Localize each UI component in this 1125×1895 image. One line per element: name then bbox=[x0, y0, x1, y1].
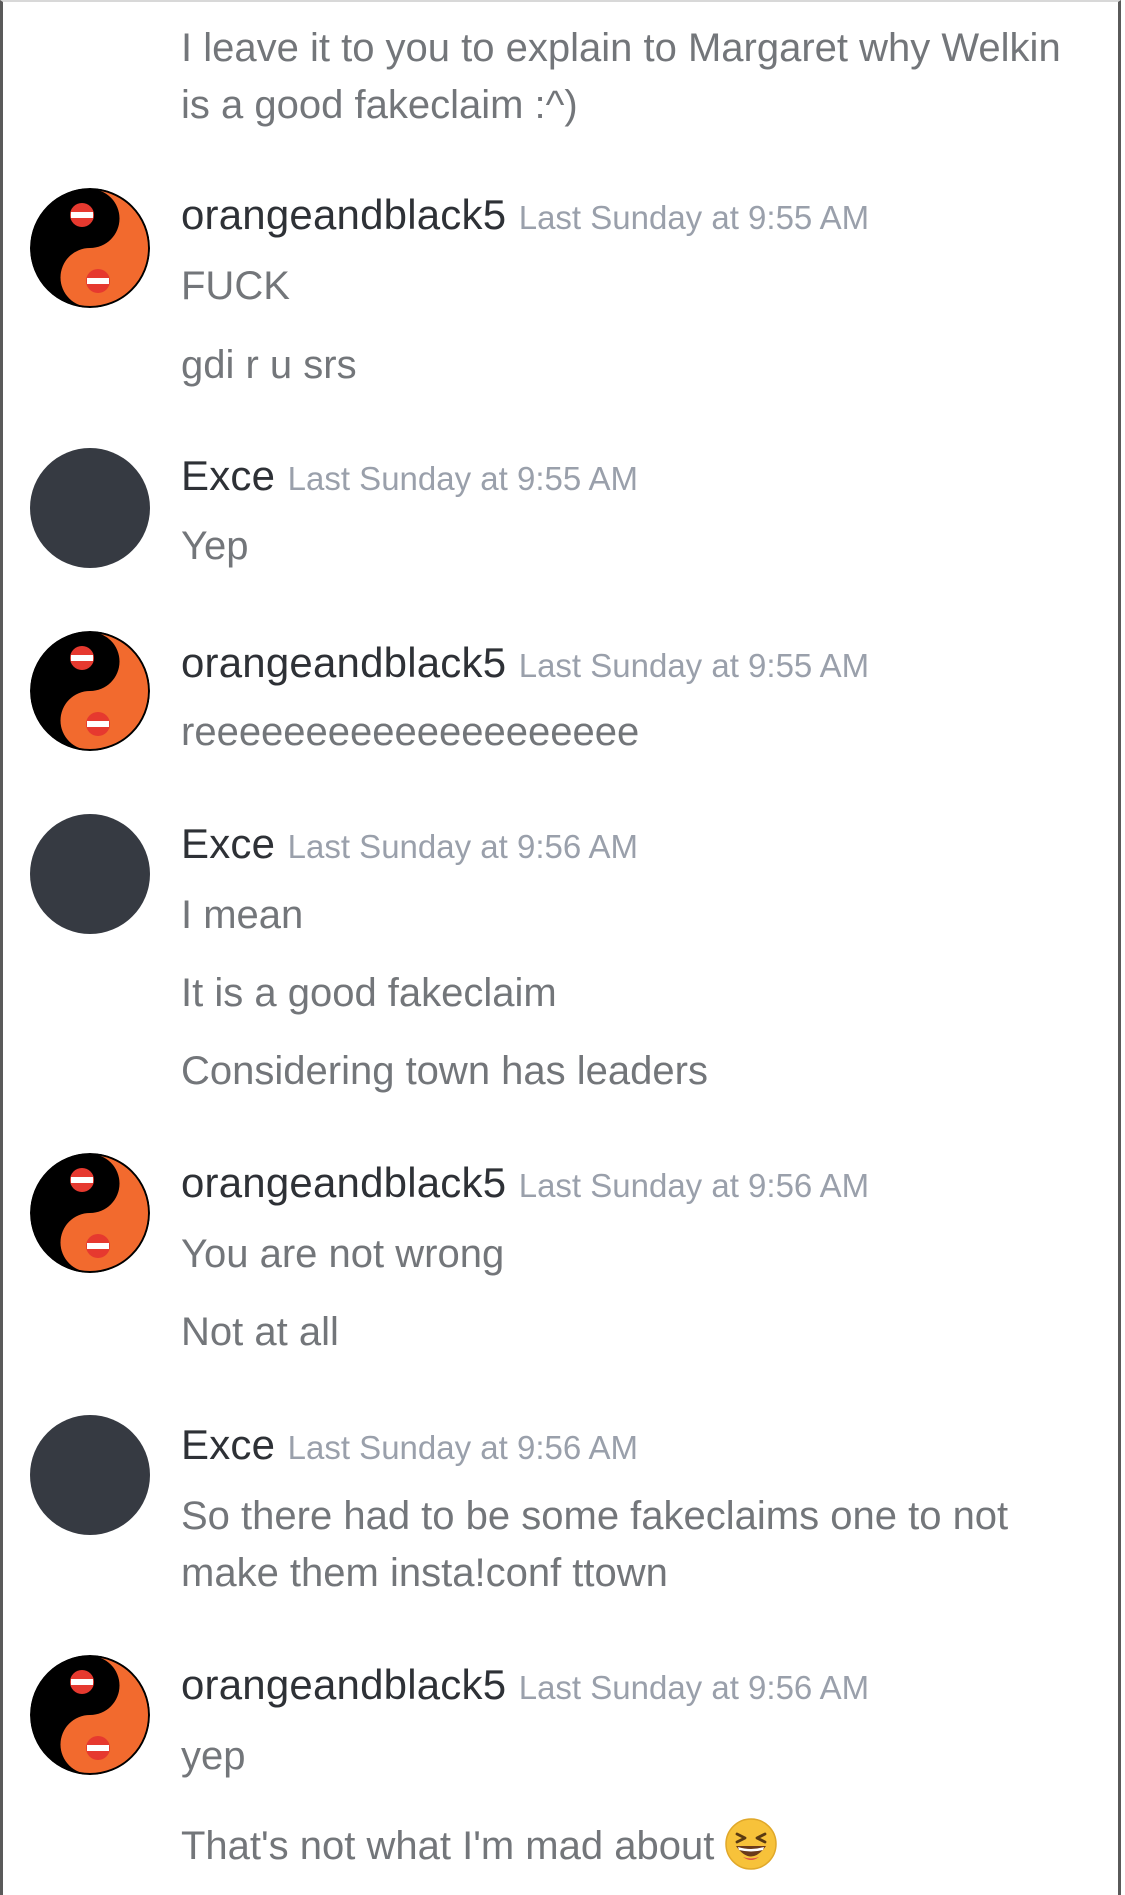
timestamp: Last Sunday at 9:55 AM bbox=[518, 647, 870, 684]
message-body: Yep bbox=[181, 518, 1081, 575]
message-header: orangeandblack5 Last Sunday at 9:55 AM bbox=[181, 191, 869, 239]
message-header: Exce Last Sunday at 9:56 AM bbox=[181, 1421, 638, 1469]
timestamp: Last Sunday at 9:56 AM bbox=[287, 1429, 639, 1466]
username[interactable]: Exce bbox=[181, 820, 275, 867]
message-text: So there had to be some fakeclaims one t… bbox=[181, 1494, 1009, 1595]
message-header: orangeandblack5 Last Sunday at 9:55 AM bbox=[181, 639, 869, 687]
message-header: Exce Last Sunday at 9:55 AM bbox=[181, 452, 638, 500]
message-text: Not at all bbox=[181, 1310, 339, 1354]
message-body: yep That's not what I'm mad about bbox=[181, 1728, 1081, 1875]
message-text: FUCK bbox=[181, 264, 290, 308]
username[interactable]: Exce bbox=[181, 452, 275, 499]
laughing-emoji-icon bbox=[724, 1817, 778, 1871]
message-body: I mean It is a good fakeclaim Considerin… bbox=[181, 887, 1081, 1100]
chat-window: I leave it to you to explain to Margaret… bbox=[0, 0, 1121, 1895]
default-avatar-icon[interactable] bbox=[30, 814, 150, 934]
default-avatar-icon[interactable] bbox=[30, 1415, 150, 1535]
message-text: You are not wrong bbox=[181, 1232, 505, 1276]
timestamp: Last Sunday at 9:56 AM bbox=[518, 1167, 870, 1204]
timestamp: Last Sunday at 9:56 AM bbox=[287, 828, 639, 865]
message-body: You are not wrong Not at all bbox=[181, 1226, 1081, 1361]
message-body: So there had to be some fakeclaims one t… bbox=[181, 1488, 1081, 1602]
message-header: Exce Last Sunday at 9:56 AM bbox=[181, 820, 638, 868]
timestamp: Last Sunday at 9:56 AM bbox=[518, 1669, 870, 1706]
yin-yang-avatar-icon[interactable] bbox=[30, 1655, 150, 1775]
message-text: That's not what I'm mad about bbox=[181, 1824, 715, 1868]
yin-yang-avatar-icon[interactable] bbox=[30, 631, 150, 751]
message-text-with-emoji: That's not what I'm mad about bbox=[181, 1817, 1081, 1875]
message-header: orangeandblack5 Last Sunday at 9:56 AM bbox=[181, 1661, 869, 1709]
username[interactable]: Exce bbox=[181, 1421, 275, 1468]
message-text: yep bbox=[181, 1734, 246, 1778]
default-avatar-icon[interactable] bbox=[30, 448, 150, 568]
username[interactable]: orangeandblack5 bbox=[181, 1159, 506, 1206]
message-body: FUCK gdi r u srs bbox=[181, 258, 1081, 394]
message-text: Yep bbox=[181, 524, 249, 568]
message-text: reeeeeeeeeeeeeeeeeeee bbox=[181, 710, 640, 754]
timestamp: Last Sunday at 9:55 AM bbox=[287, 460, 639, 497]
message-header: orangeandblack5 Last Sunday at 9:56 AM bbox=[181, 1159, 869, 1207]
message-text: gdi r u srs bbox=[181, 343, 357, 387]
timestamp: Last Sunday at 9:55 AM bbox=[518, 199, 870, 236]
message-body: reeeeeeeeeeeeeeeeeeee bbox=[181, 704, 1081, 761]
message-text: Considering town has leaders bbox=[181, 1049, 708, 1093]
message-text: I leave it to you to explain to Margaret… bbox=[181, 26, 1061, 127]
message-text: It is a good fakeclaim bbox=[181, 971, 557, 1015]
yin-yang-avatar-icon[interactable] bbox=[30, 188, 150, 308]
yin-yang-avatar-icon[interactable] bbox=[30, 1153, 150, 1273]
username[interactable]: orangeandblack5 bbox=[181, 1661, 506, 1708]
username[interactable]: orangeandblack5 bbox=[181, 191, 506, 238]
username[interactable]: orangeandblack5 bbox=[181, 639, 506, 686]
message-text: I mean bbox=[181, 893, 304, 937]
